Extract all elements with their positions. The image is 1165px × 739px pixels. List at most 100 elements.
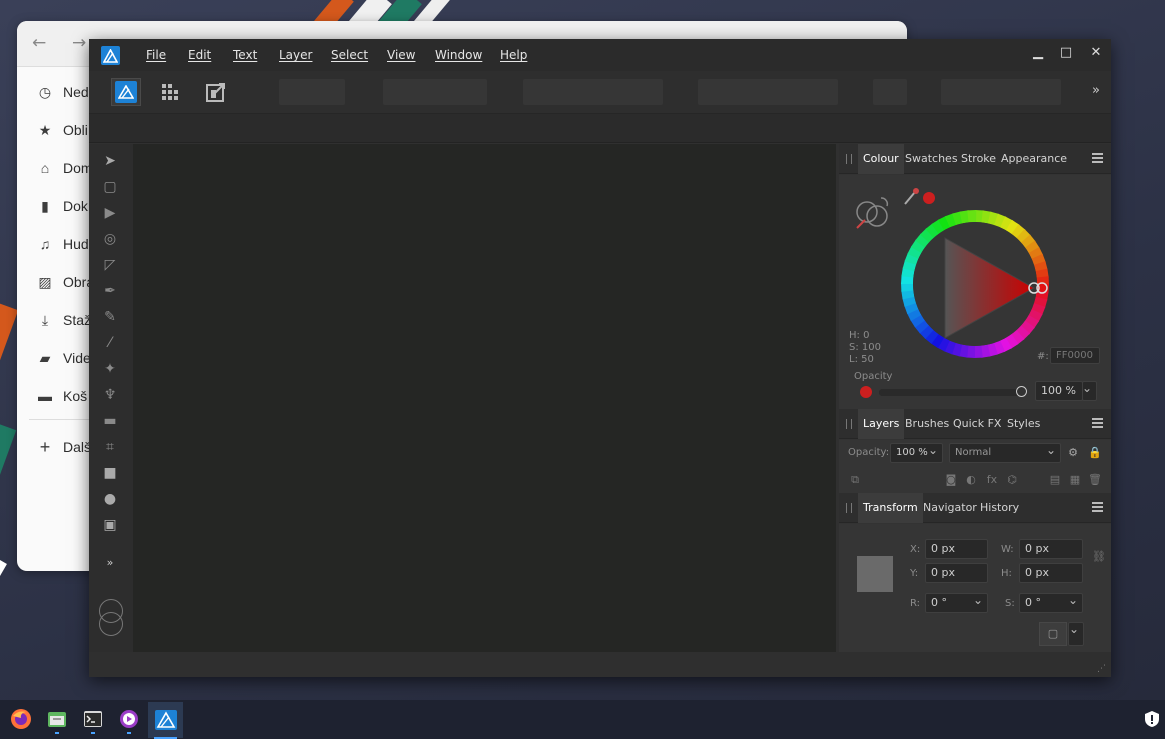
layer-stack-icon[interactable]: ⧉ <box>848 473 862 487</box>
toolbar-group-1[interactable] <box>279 79 345 105</box>
toolbar-group-4[interactable] <box>698 79 838 105</box>
affinity-designer-icon[interactable] <box>148 702 183 739</box>
tab-appearance[interactable]: Appearance <box>996 144 1072 174</box>
group-icon[interactable]: ▦ <box>1068 473 1082 487</box>
crop-tool-icon[interactable]: ⌗ <box>101 438 119 456</box>
sidebar-item[interactable]: ⌂ Dom <box>37 157 93 179</box>
sidebar-item[interactable]: ▮ Dok <box>37 195 88 217</box>
menu-select[interactable]: Select <box>331 48 368 62</box>
tab-swatches[interactable]: Swatches <box>900 144 963 174</box>
transparency-tool-icon[interactable]: ♆ <box>101 386 119 404</box>
resize-grip-icon[interactable]: ⋰ <box>1097 664 1106 674</box>
menu-window[interactable]: Window <box>435 48 482 62</box>
firefox-icon[interactable] <box>6 704 36 734</box>
shield-icon[interactable] <box>1137 704 1165 734</box>
corner-tool-icon[interactable]: ◸ <box>101 256 119 274</box>
point-transform-tool-icon[interactable]: ◎ <box>101 230 119 248</box>
artboard-tool-icon[interactable]: ▢ <box>101 178 119 196</box>
terminal-icon[interactable] <box>78 704 108 734</box>
sidebar-item[interactable]: ★ Obli <box>37 119 88 141</box>
menu-text[interactable]: Text <box>233 48 257 62</box>
export-persona-button[interactable] <box>201 78 231 106</box>
opacity-value-input[interactable]: 100 % <box>1035 381 1083 401</box>
toolbar-more-button[interactable]: » <box>1092 83 1100 98</box>
tab-history[interactable]: History <box>975 493 1024 523</box>
layers-panel-menu-icon[interactable] <box>1092 418 1103 428</box>
colour-wheel[interactable] <box>899 208 1051 360</box>
menu-layer[interactable]: Layer <box>279 48 312 62</box>
w-input[interactable]: 0 px <box>1019 539 1083 559</box>
sidebar-item[interactable]: ⤓ Staž <box>37 309 91 331</box>
designer-persona-button[interactable] <box>111 78 141 106</box>
menu-help[interactable]: Help <box>500 48 527 62</box>
anchor-point-selector[interactable] <box>857 556 893 592</box>
tools-more-button[interactable]: » <box>101 554 119 572</box>
panel-grip-icon[interactable] <box>846 419 852 429</box>
blend-mode-select[interactable]: Normal <box>949 441 1061 463</box>
rotation-select[interactable]: 0 ° <box>925 591 988 613</box>
hue-segment[interactable] <box>901 282 914 292</box>
minimize-button[interactable]: ▁ <box>1028 45 1048 60</box>
toolbar-group-2[interactable] <box>383 79 487 105</box>
files-icon[interactable] <box>42 704 72 734</box>
move-tool-icon[interactable]: ➤ <box>101 152 119 170</box>
link-proportions-icon[interactable]: ⛓ <box>1092 550 1106 564</box>
colour-picker-icon[interactable] <box>902 187 920 207</box>
maximize-button[interactable]: □ <box>1056 45 1076 60</box>
pencil-tool-icon[interactable]: ✎ <box>101 308 119 326</box>
colour-panel-menu-icon[interactable] <box>1092 153 1103 163</box>
affinity-logo-icon[interactable] <box>101 46 120 65</box>
back-icon[interactable]: ← <box>32 33 46 53</box>
fill-stroke-swap-icon[interactable] <box>853 192 897 232</box>
hue-segment[interactable] <box>973 345 983 358</box>
add-layer-icon[interactable]: ▤ <box>1048 473 1062 487</box>
tab-colour[interactable]: Colour <box>858 144 904 174</box>
mask-icon[interactable]: ◙ <box>944 473 958 487</box>
hex-input[interactable]: FF0000 <box>1050 347 1100 364</box>
sidebar-item[interactable]: ♫ Hud <box>37 233 89 255</box>
menu-view[interactable]: View <box>387 48 415 62</box>
opacity-slider-handle[interactable] <box>1016 386 1027 397</box>
sidebar-item[interactable]: + Dalš <box>37 436 91 458</box>
opacity-dropdown[interactable] <box>1082 379 1097 401</box>
close-button[interactable]: ✕ <box>1086 45 1106 60</box>
fx-icon[interactable]: fx <box>985 473 999 487</box>
rectangle-tool-icon[interactable]: ■ <box>101 464 119 482</box>
menu-file[interactable]: File <box>146 48 166 62</box>
panel-grip-icon[interactable] <box>846 503 852 513</box>
toolbar-group-5[interactable] <box>873 79 907 105</box>
media-player-icon[interactable] <box>114 704 144 734</box>
current-colour-swatch[interactable] <box>923 192 935 204</box>
layer-settings-gear-icon[interactable]: ⚙ <box>1066 446 1080 460</box>
tab-layers[interactable]: Layers <box>858 409 905 439</box>
hue-segment[interactable] <box>967 210 977 223</box>
sidebar-item[interactable]: ▬ Koš <box>37 385 87 407</box>
h-input[interactable]: 0 px <box>1019 563 1083 583</box>
sidebar-item[interactable]: ▨ Obra <box>37 271 94 293</box>
forward-icon[interactable]: → <box>72 33 86 53</box>
brush-tool-icon[interactable]: ⁄ <box>101 334 119 352</box>
tab-stroke[interactable]: Stroke <box>956 144 1001 174</box>
x-input[interactable]: 0 px <box>925 539 988 559</box>
tab-navigator[interactable]: Navigator <box>918 493 982 523</box>
pixel-persona-button[interactable] <box>155 78 185 106</box>
tab-brushes[interactable]: Brushes <box>900 409 954 439</box>
sidebar-item[interactable]: ▰ Vide <box>37 347 91 369</box>
live-filter-icon[interactable]: ⌬ <box>1005 473 1019 487</box>
transform-panel-menu-icon[interactable] <box>1092 502 1103 512</box>
layer-opacity-select[interactable]: 100 % <box>890 441 943 463</box>
toolbar-group-3[interactable] <box>523 79 663 105</box>
opacity-slider[interactable] <box>879 386 1027 397</box>
sidebar-item[interactable]: ◷ Ned <box>37 81 89 103</box>
stroke-swatch-icon[interactable] <box>99 612 123 636</box>
toolbar-group-6[interactable] <box>941 79 1061 105</box>
transform-origin-dropdown[interactable] <box>1068 620 1084 646</box>
shear-select[interactable]: 0 ° <box>1019 591 1083 613</box>
ellipse-tool-icon[interactable]: ● <box>101 490 119 508</box>
y-input[interactable]: 0 px <box>925 563 988 583</box>
tab-transform[interactable]: Transform <box>858 493 923 523</box>
place-image-tool-icon[interactable]: ▬ <box>101 412 119 430</box>
rounded-rectangle-tool-icon[interactable]: ▣ <box>101 516 119 534</box>
lock-icon[interactable]: 🔒 <box>1088 446 1102 460</box>
adjustment-icon[interactable]: ◐ <box>964 473 978 487</box>
